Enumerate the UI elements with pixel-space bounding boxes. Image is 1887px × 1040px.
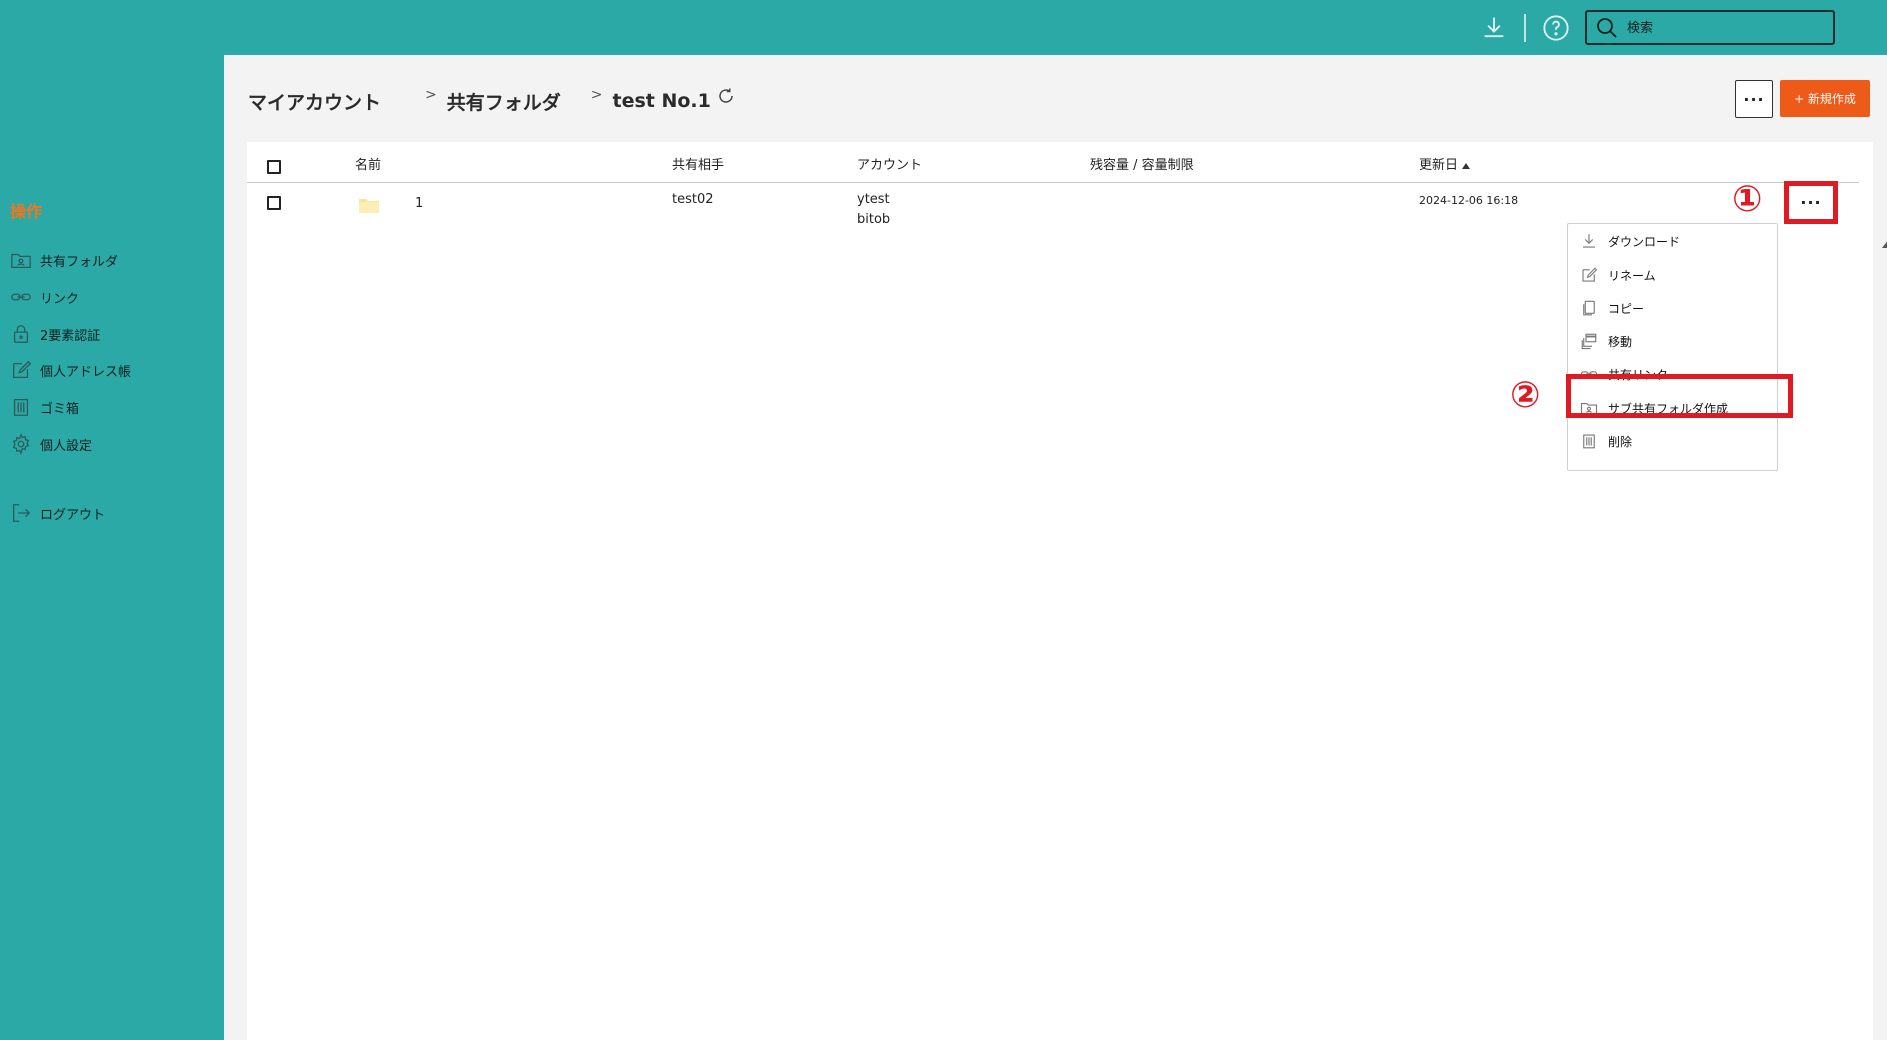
column-header-name[interactable]: 名前 (355, 154, 381, 173)
annotation-highlight-box (1566, 374, 1793, 418)
sidebar-item-label: 個人アドレス帳 (40, 364, 132, 380)
toolbar-divider (1524, 14, 1526, 42)
top-bar (0, 0, 1887, 55)
sidebar-item-link[interactable]: リンク (10, 284, 79, 310)
row-account-line1: ytest (857, 192, 890, 207)
row-account-line2: bitob (857, 212, 891, 227)
edit-icon (10, 359, 32, 381)
row-updated: 2024-12-06 16:18 (1419, 194, 1519, 207)
column-header-shared-with[interactable]: 共有相手 (672, 154, 724, 173)
sidebar-item-label: 2要素認証 (40, 328, 101, 344)
menu-item-label: 移動 (1608, 334, 1633, 349)
sidebar-item-shared-folder[interactable]: 共有フォルダ (10, 247, 118, 273)
menu-item-rename[interactable]: リネーム (1568, 261, 1777, 289)
menu-item-delete[interactable]: 削除 (1568, 427, 1777, 455)
copy-icon (1580, 299, 1598, 317)
sidebar-item-2fa[interactable]: 2要素認証 (10, 321, 100, 347)
row-shared-with: test02 (672, 192, 714, 207)
row-more-button[interactable]: ··· (1784, 181, 1838, 224)
annotation-callout-1: ① (1732, 179, 1763, 220)
trash-icon (1580, 432, 1598, 450)
sidebar-item-label: 共有フォルダ (40, 254, 119, 270)
menu-item-download[interactable]: ダウンロード (1568, 227, 1777, 255)
select-all-checkbox[interactable] (267, 160, 281, 174)
search-icon (1595, 16, 1619, 40)
sidebar-item-label: ログアウト (40, 507, 106, 523)
search-input[interactable] (1627, 17, 1827, 39)
trash-icon (10, 396, 32, 418)
column-header-account[interactable]: アカウント (857, 154, 922, 173)
link-icon (10, 286, 32, 308)
menu-item-label: 削除 (1608, 434, 1633, 449)
breadcrumb-separator: > (425, 87, 437, 103)
sidebar-item-address-book[interactable]: 個人アドレス帳 (10, 357, 131, 383)
menu-item-label: リネーム (1608, 268, 1656, 283)
more-options-button[interactable]: ··· (1735, 80, 1773, 118)
row-checkbox[interactable] (267, 196, 281, 210)
refresh-icon[interactable] (717, 87, 735, 105)
folder-icon (358, 196, 380, 214)
sidebar: 操作 共有フォルダ リンク 2要素認証 個人アドレス帳 ゴミ箱 個人設定 ログア… (0, 55, 224, 1040)
column-header-updated-label: 更新日 (1419, 158, 1459, 173)
shared-folder-icon (10, 249, 32, 271)
sidebar-item-label: リンク (40, 291, 80, 307)
breadcrumb-separator: > (590, 87, 603, 103)
download-icon[interactable] (1480, 14, 1508, 42)
edit-icon (1580, 266, 1598, 284)
gear-icon (10, 433, 32, 455)
main-content: マイアカウント > 共有フォルダ > test No.1 ··· + 新規作成 … (224, 55, 1887, 1040)
breadcrumb-my-account[interactable]: マイアカウント (248, 88, 381, 115)
lock-icon (10, 323, 32, 345)
sidebar-item-label: 個人設定 (40, 438, 93, 454)
breadcrumb-current: test No.1 (612, 90, 711, 112)
logout-icon (10, 502, 32, 524)
move-icon (1580, 332, 1598, 350)
column-header-updated[interactable]: 更新日 (1419, 154, 1471, 173)
annotation-callout-2: ② (1510, 375, 1541, 416)
menu-item-label: コピー (1608, 301, 1645, 316)
menu-item-move[interactable]: 移動 (1568, 327, 1777, 355)
search-box[interactable] (1585, 10, 1835, 45)
row-name[interactable]: 1 (415, 196, 423, 211)
sidebar-item-settings[interactable]: 個人設定 (10, 431, 92, 457)
menu-item-label: ダウンロード (1608, 234, 1681, 249)
sort-ascending-icon (1462, 162, 1471, 169)
breadcrumb: マイアカウント > 共有フォルダ > test No.1 (248, 81, 735, 121)
scroll-up-arrow[interactable] (1882, 239, 1887, 248)
table-header: 名前 共有相手 アカウント 残容量 / 容量制限 更新日 (247, 142, 1859, 183)
download-icon (1580, 232, 1598, 250)
sidebar-item-logout[interactable]: ログアウト (10, 500, 105, 526)
breadcrumb-shared-folder[interactable]: 共有フォルダ (447, 88, 561, 115)
context-menu: ダウンロード リネーム コピー 移動 共有リンク サブ共有フォルダ作成 削除 (1567, 223, 1778, 471)
sidebar-title: 操作 (10, 202, 43, 221)
column-header-quota[interactable]: 残容量 / 容量制限 (1090, 154, 1194, 173)
new-create-button[interactable]: + 新規作成 (1780, 80, 1870, 117)
help-icon[interactable] (1542, 14, 1570, 42)
sidebar-item-trash[interactable]: ゴミ箱 (10, 394, 79, 420)
sidebar-item-label: ゴミ箱 (40, 401, 80, 417)
menu-item-copy[interactable]: コピー (1568, 294, 1777, 322)
